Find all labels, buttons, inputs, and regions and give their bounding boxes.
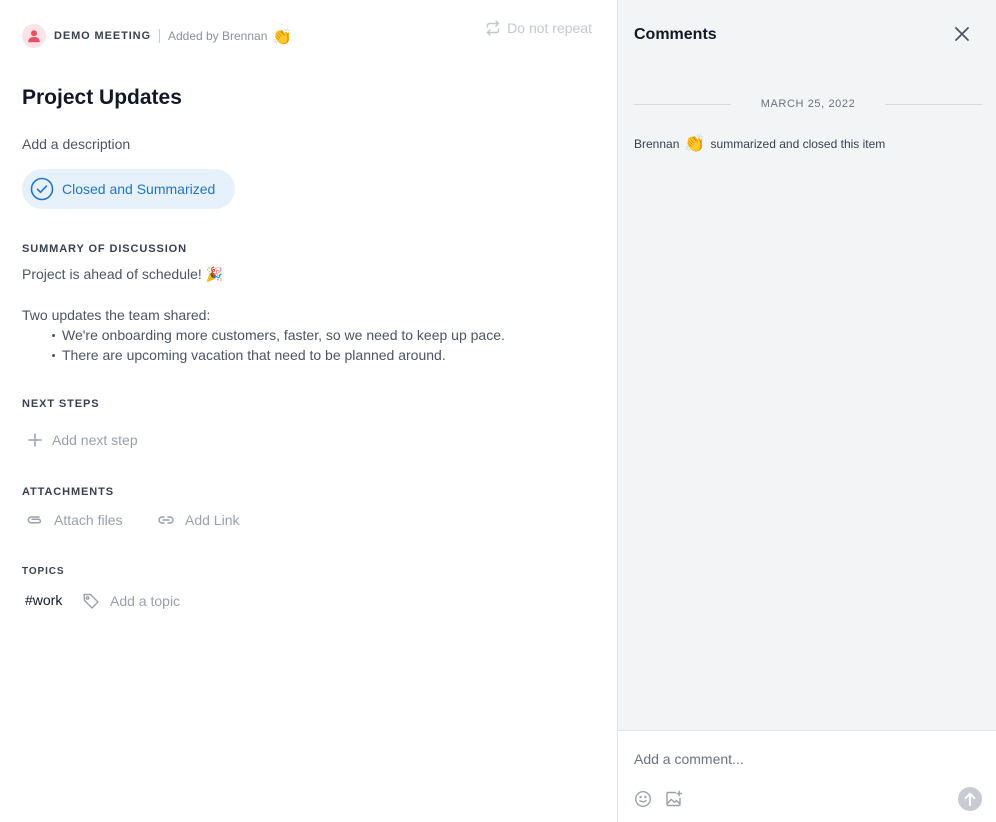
paperclip-icon bbox=[27, 516, 42, 524]
image-upload-button[interactable] bbox=[665, 790, 683, 813]
comment-composer bbox=[618, 730, 996, 822]
party-popper-icon: 🎉 bbox=[205, 267, 224, 283]
topics-heading: TOPICS bbox=[22, 566, 65, 577]
item-detail-panel: DEMO MEETING Added by Brennan 👏 Do not r… bbox=[0, 0, 617, 822]
add-topic-label: Add a topic bbox=[110, 593, 181, 609]
status-badge[interactable]: Closed and Summarized bbox=[22, 169, 235, 209]
meeting-name[interactable]: DEMO MEETING bbox=[54, 30, 151, 42]
avatar bbox=[22, 24, 46, 48]
send-button[interactable] bbox=[958, 787, 982, 811]
bullet-dot bbox=[52, 333, 55, 337]
add-next-step-button[interactable]: Add next step bbox=[28, 432, 138, 448]
add-link-label: Add Link bbox=[185, 512, 240, 528]
status-label: Closed and Summarized bbox=[62, 181, 216, 197]
comment-input[interactable] bbox=[634, 751, 964, 767]
date-label: MARCH 25, 2022 bbox=[760, 98, 856, 110]
summary-heading: SUMMARY OF DISCUSSION bbox=[22, 243, 187, 255]
added-by-label: Added by Brennan bbox=[167, 29, 268, 43]
summary-bullet[interactable]: There are upcoming vacation that need to… bbox=[52, 347, 446, 363]
summary-bullet[interactable]: We're onboarding more customers, faster,… bbox=[52, 327, 505, 343]
divider-line bbox=[885, 103, 983, 105]
summary-line-2[interactable]: Two updates the team shared: bbox=[22, 307, 210, 323]
emoji-button[interactable] bbox=[634, 790, 652, 813]
close-button[interactable] bbox=[952, 24, 972, 44]
summary-line-1-text: Project is ahead of schedule! bbox=[22, 266, 202, 282]
topic-tag[interactable]: #work bbox=[25, 592, 62, 608]
smiley-icon bbox=[634, 790, 652, 808]
activity-text: summarized and closed this item bbox=[710, 137, 886, 151]
close-icon bbox=[955, 27, 969, 41]
arrow-up-icon bbox=[964, 792, 976, 806]
add-topic-button[interactable]: Add a topic bbox=[82, 592, 180, 610]
link-icon bbox=[158, 516, 174, 524]
person-icon bbox=[28, 30, 40, 43]
image-icon bbox=[666, 790, 683, 807]
next-steps-heading: NEXT STEPS bbox=[22, 398, 100, 410]
summary-bullet-text: We're onboarding more customers, faster,… bbox=[62, 327, 505, 343]
tag-icon bbox=[83, 593, 99, 609]
summary-line-1[interactable]: Project is ahead of schedule! 🎉 bbox=[22, 266, 223, 283]
attach-files-button[interactable]: Attach files bbox=[26, 512, 122, 528]
clapping-hands-icon: 👏 bbox=[272, 26, 293, 46]
header-divider bbox=[158, 29, 160, 43]
attachments-heading: ATTACHMENTS bbox=[22, 486, 114, 498]
add-link-button[interactable]: Add Link bbox=[157, 512, 239, 528]
item-header: DEMO MEETING Added by Brennan 👏 bbox=[22, 24, 292, 48]
date-divider: MARCH 25, 2022 bbox=[634, 98, 983, 110]
repeat-icon bbox=[486, 20, 500, 36]
bullet-dot bbox=[52, 353, 55, 357]
divider-line bbox=[634, 103, 731, 105]
attach-files-label: Attach files bbox=[54, 512, 123, 528]
repeat-label: Do not repeat bbox=[507, 20, 592, 36]
clapping-hands-icon: 👏 bbox=[684, 134, 706, 154]
repeat-toggle[interactable]: Do not repeat bbox=[485, 20, 592, 36]
description-field[interactable]: Add a description bbox=[22, 136, 130, 152]
summary-bullet-text: There are upcoming vacation that need to… bbox=[62, 347, 446, 363]
comments-title: Comments bbox=[634, 26, 717, 43]
activity-entry: Brennan 👏 summarized and closed this ite… bbox=[634, 134, 885, 154]
add-next-step-label: Add next step bbox=[52, 432, 138, 448]
activity-user: Brennan bbox=[634, 137, 680, 151]
check-circle-icon bbox=[30, 177, 54, 201]
comments-panel: Comments MARCH 25, 2022 Brennan 👏 summar… bbox=[617, 0, 996, 822]
plus-icon bbox=[28, 433, 42, 447]
item-title[interactable]: Project Updates bbox=[22, 86, 182, 110]
